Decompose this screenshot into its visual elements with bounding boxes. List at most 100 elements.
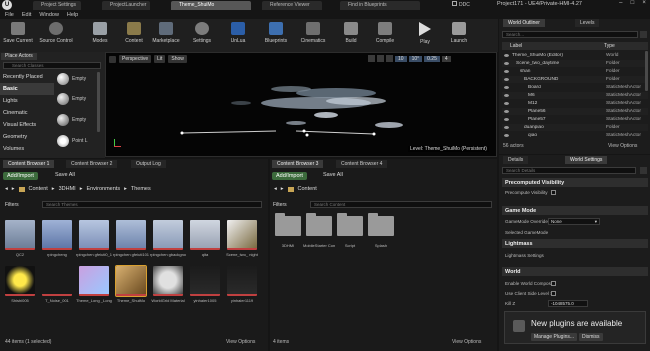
outliner-search-input[interactable]: Search... [502,31,638,38]
category-cinematic[interactable]: Cinematic [0,107,54,119]
rotate-tool-icon[interactable] [377,55,384,62]
maximize-icon[interactable]: □ [631,0,635,9]
back-icon[interactable]: ◂ [5,186,8,192]
outliner-view-options[interactable]: View Options [608,143,637,149]
visibility-eye-icon[interactable] [504,102,509,105]
tab-content-browser-3[interactable]: Content Browser 3 [272,160,324,168]
outliner-col-type[interactable]: Type [604,43,615,49]
visibility-eye-icon[interactable] [504,134,509,137]
place-actors-scrollbar[interactable] [97,72,100,132]
asset-thumbnail[interactable] [5,220,35,250]
menu-help[interactable]: Help [67,12,78,18]
asset-thumbnail[interactable] [79,266,109,296]
category-visual-effects[interactable]: Visual Effects [0,119,54,131]
ddc-indicator[interactable]: DDC [452,1,470,8]
category-lights[interactable]: Lights [0,95,54,107]
settings-button[interactable]: Settings [190,20,214,50]
visibility-eye-icon[interactable] [504,54,509,57]
filters-button-left[interactable]: Filters [5,202,19,208]
save-current-button[interactable]: Save Current [3,20,33,50]
translate-tool-icon[interactable] [368,55,375,62]
tab-details[interactable]: Details [503,156,529,164]
add-import-button-left[interactable]: Add/Import [3,172,38,180]
details-search-input[interactable]: Search Details [502,167,636,174]
tab-project-launcher[interactable]: ProjectLauncher [102,1,150,10]
section-precomputed-visibility[interactable]: Precomputed Visibility [502,178,648,187]
asset-thumbnail[interactable] [42,266,72,296]
asset-thumbnail[interactable] [116,220,146,250]
outliner-row[interactable]: BACKGROUND Folder [502,76,648,83]
build-button[interactable]: Build [340,20,362,50]
tab-find-in-blueprints[interactable]: Find in Blueprints [340,1,420,10]
breadcrumb-themes[interactable]: Themes [131,186,151,192]
category-recently-placed[interactable]: Recently Placed [0,71,54,83]
breadcrumb-environments[interactable]: Environments [86,186,120,192]
view-options-right[interactable]: View Options [452,339,481,345]
tab-levels[interactable]: Levels [575,19,600,27]
asset-thumbnail[interactable] [115,265,147,297]
viewport[interactable]: Perspective Lit Show 10 10° 0.25 4 Level… [105,52,497,157]
play-button[interactable]: Play [414,20,436,50]
perspective-button[interactable]: Perspective [119,55,152,63]
asset-thumbnail[interactable] [153,220,183,250]
marketplace-button[interactable]: Marketplace [149,20,183,50]
actor-item-point-light[interactable]: Point L [57,135,88,147]
minimize-icon[interactable]: – [619,0,622,9]
asset-thumbnail[interactable] [79,220,109,250]
visibility-eye-icon[interactable] [504,94,509,97]
content-button[interactable]: Content [121,20,147,50]
folder-icon[interactable] [275,213,301,236]
viewport-options-button[interactable] [109,55,116,63]
actor-item-empty-2[interactable]: Empty [57,93,86,105]
category-basic[interactable]: Basic [0,83,54,95]
modes-button[interactable]: Modes [88,20,112,50]
category-geometry[interactable]: Geometry [0,131,54,143]
outliner-row[interactable]: duanpiao Folder [502,124,648,131]
breadcrumb-content[interactable]: Content [298,186,317,192]
source-control-button[interactable]: Source Control [38,20,74,50]
enable-world-composition-checkbox[interactable] [551,281,556,286]
precompute-visibility-checkbox[interactable] [551,190,556,195]
place-actors-tab[interactable]: Place Actors [1,53,37,60]
cinematics-button[interactable]: Cinematics [297,20,329,50]
asset-thumbnail[interactable] [190,266,220,296]
asset-thumbnail[interactable] [227,266,257,296]
close-icon[interactable]: × [642,0,646,9]
visibility-eye-icon[interactable] [504,118,509,121]
use-client-side-level-checkbox[interactable] [551,291,556,296]
launch-button[interactable]: Launch [448,20,470,50]
back-icon[interactable]: ◂ [274,186,277,192]
menu-file[interactable]: File [5,12,14,18]
tab-world-outliner[interactable]: World Outliner [503,19,545,27]
asset-thumbnail[interactable] [153,266,183,296]
visibility-eye-icon[interactable] [504,70,509,73]
filters-button-right[interactable]: Filters [273,202,287,208]
grid-snap-value[interactable]: 10 [395,55,407,62]
view-options-left[interactable]: View Options [226,339,255,345]
visibility-eye-icon[interactable] [504,110,509,113]
lit-button[interactable]: Lit [154,55,166,63]
outliner-row[interactable]: Theme_ShuiMo (Editor) World [502,52,648,59]
tab-output-log[interactable]: Output Log [131,160,166,168]
asset-thumbnail[interactable] [227,220,257,250]
tab-theme-shuimo[interactable]: Theme_ShuiMo [171,1,251,10]
blueprints-button[interactable]: Blueprints [261,20,291,50]
section-world[interactable]: World [502,267,648,276]
folder-icon[interactable] [306,213,332,236]
visibility-eye-icon[interactable] [504,78,509,81]
show-button[interactable]: Show [168,55,187,63]
breadcrumb-3dhmi[interactable]: 3DHMI [59,186,76,192]
dismiss-button[interactable]: Dismiss [579,333,603,341]
visibility-eye-icon[interactable] [504,126,509,129]
section-lightmass[interactable]: Lightmass [502,239,648,248]
unlua-button[interactable]: UnLua [227,20,249,50]
outliner-col-label[interactable]: Label [510,43,604,49]
tab-project-settings[interactable]: Project Settings [33,1,81,10]
manage-plugins-button[interactable]: Manage Plugins... [531,333,578,341]
outliner-row[interactable]: Scene_two_daytime Folder [502,60,648,67]
asset-thumbnail[interactable] [190,220,220,250]
folder-icon[interactable] [337,213,363,236]
class-search-input[interactable]: Search Classes [3,62,101,69]
breadcrumb-content[interactable]: Content [29,186,48,192]
folder-icon[interactable] [368,213,394,236]
